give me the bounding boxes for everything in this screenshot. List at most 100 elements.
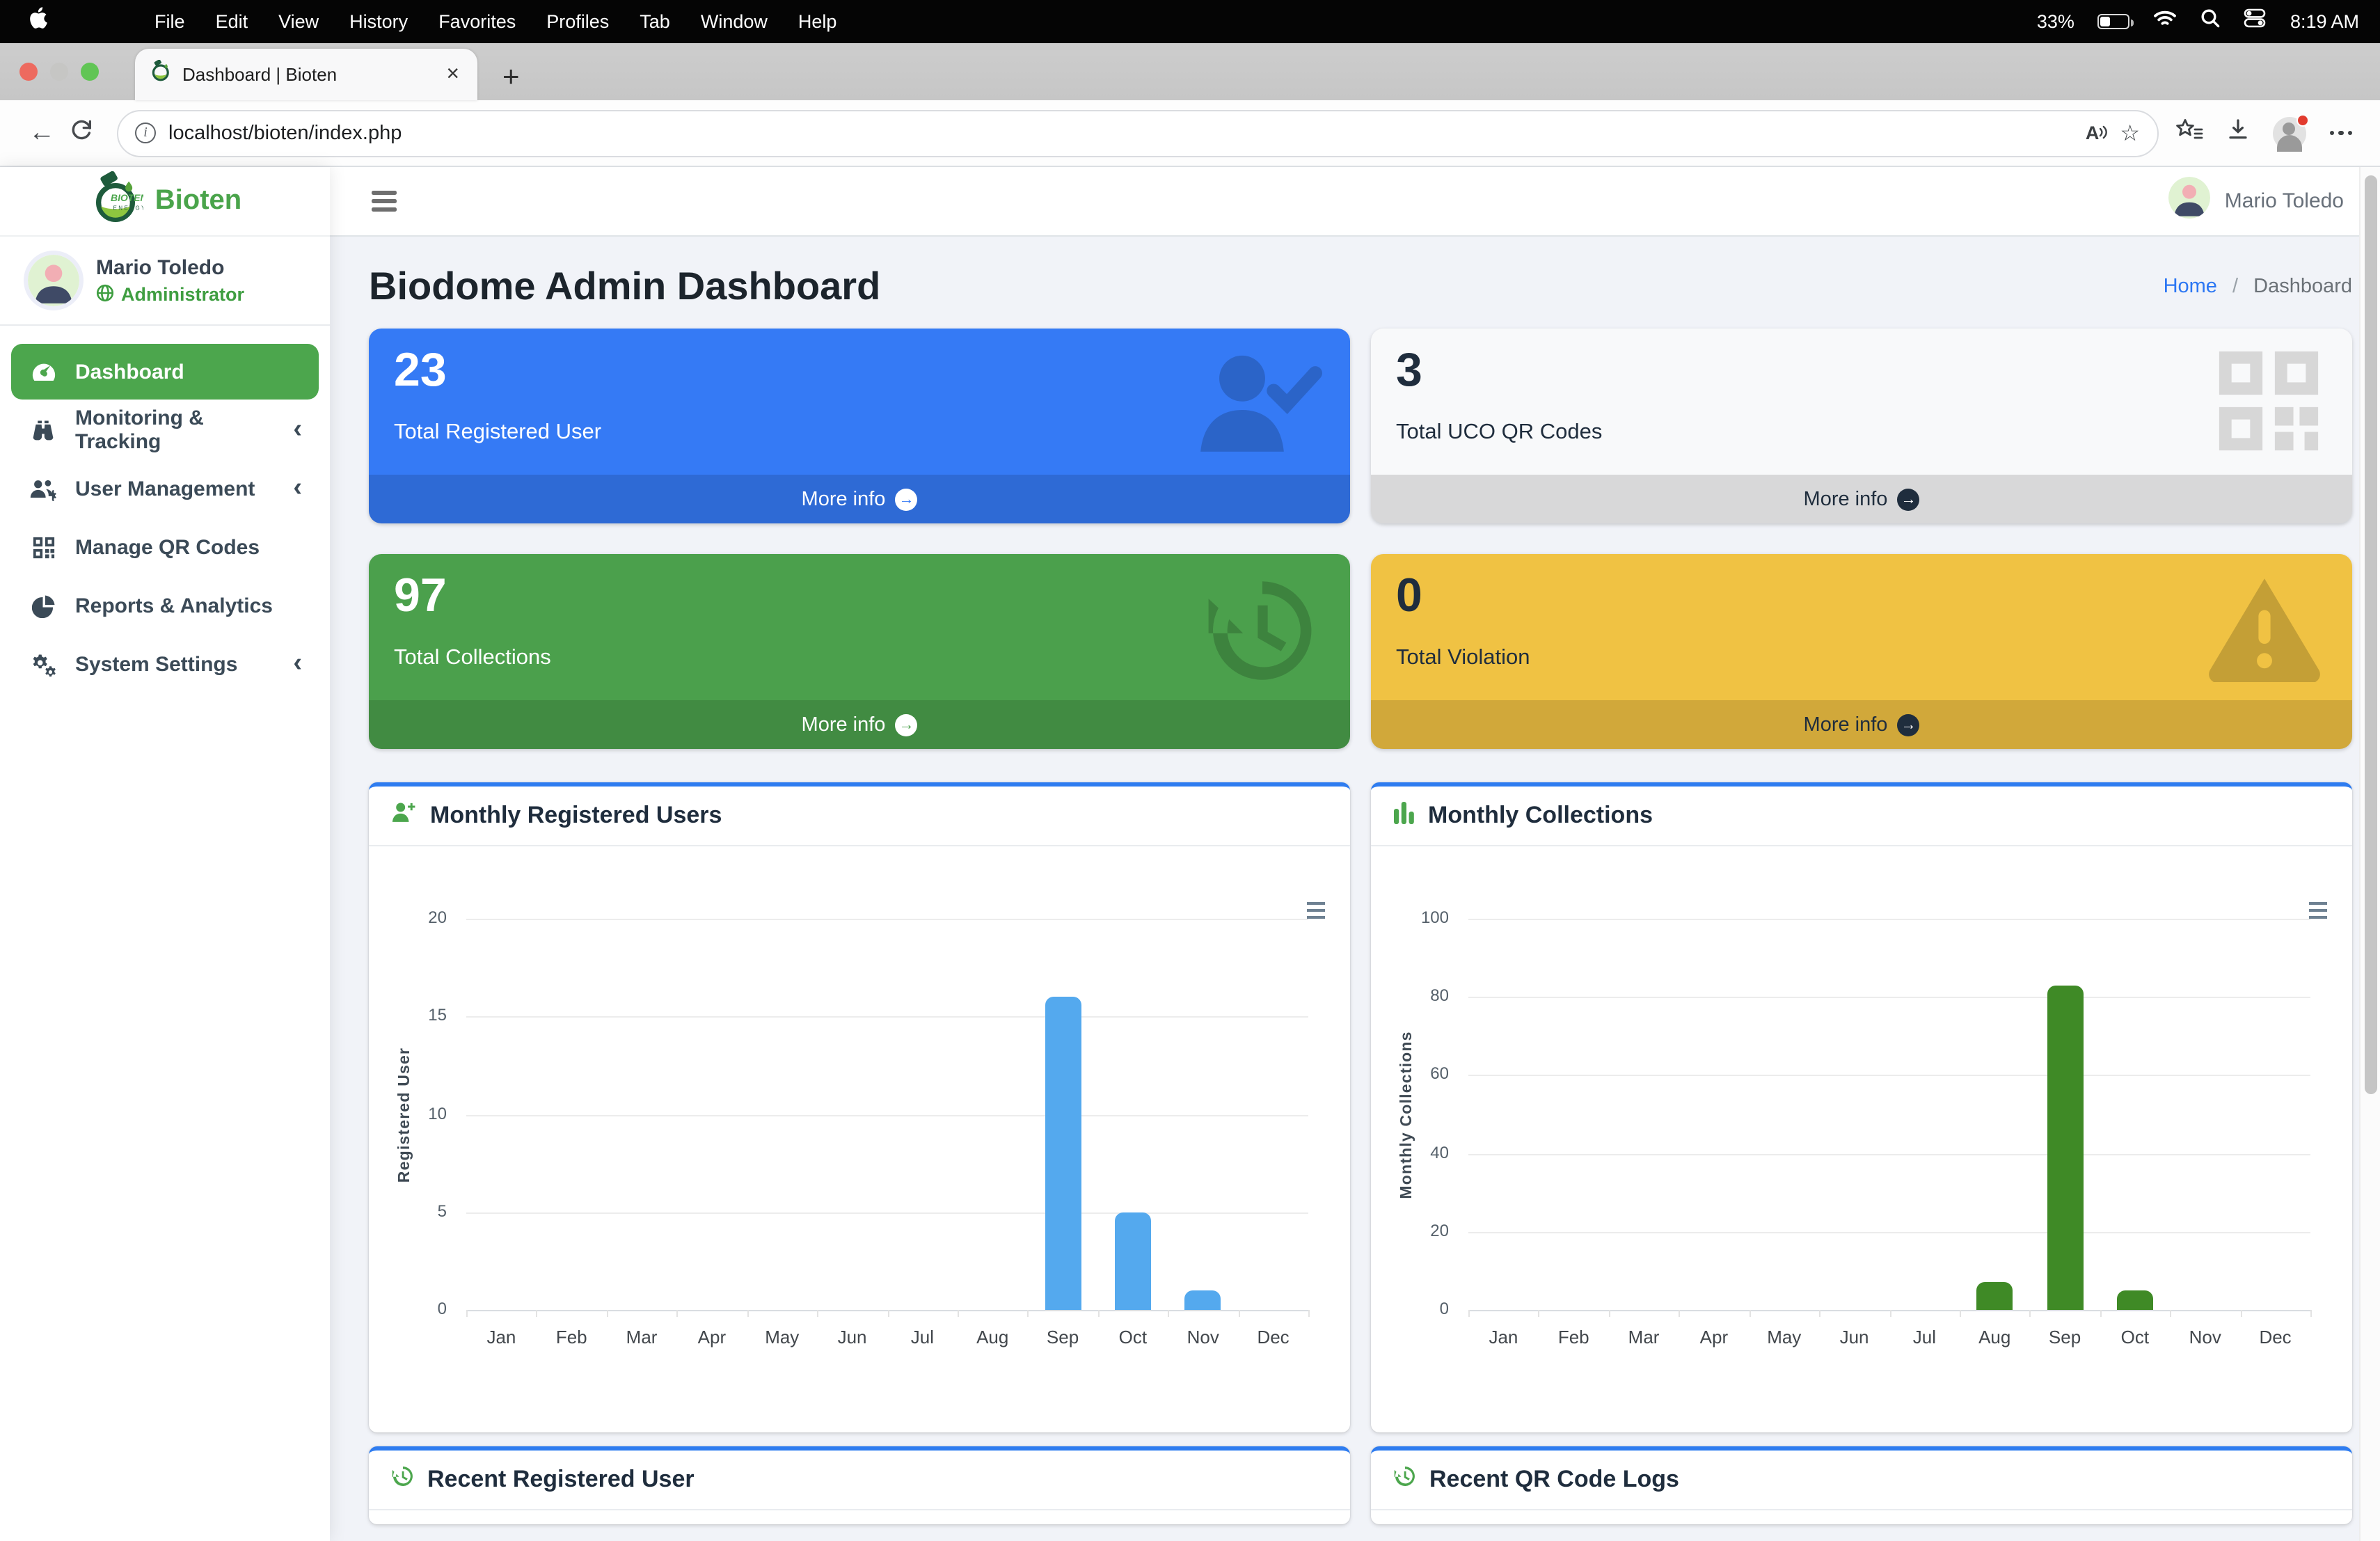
- x-tick-label: Jan: [1470, 1327, 1537, 1348]
- x-tick-label: May: [1751, 1327, 1818, 1348]
- menubar-item-favorites[interactable]: Favorites: [438, 11, 516, 32]
- new-tab-button[interactable]: +: [502, 63, 520, 92]
- stat-card-total-collections: 97 Total Collections More info →: [369, 554, 1350, 749]
- x-tick: [607, 1310, 608, 1317]
- stat-label: Total UCO QR Codes: [1396, 420, 1602, 445]
- downloads-icon[interactable]: [2226, 118, 2248, 148]
- user-plus-icon: [391, 800, 418, 831]
- qrcode-icon: [2213, 345, 2324, 464]
- x-tick: [958, 1310, 959, 1317]
- breadcrumb-home-link[interactable]: Home: [2164, 276, 2217, 298]
- window-zoom-button[interactable]: [81, 63, 99, 81]
- read-aloud-icon[interactable]: A: [2086, 123, 2108, 143]
- x-tick: [1238, 1310, 1239, 1317]
- y-tick-label: 0: [369, 1299, 447, 1318]
- url-text[interactable]: localhost/bioten/index.php: [168, 122, 2073, 144]
- clock[interactable]: 8:19 AM: [2290, 11, 2359, 32]
- grid-line: [1468, 1075, 2310, 1077]
- menubar-item-file[interactable]: File: [154, 11, 185, 32]
- top-navbar: Mario Toledo: [330, 167, 2380, 237]
- chart-card-title: Monthly Registered Users: [430, 802, 722, 830]
- x-tick-label: Jun: [819, 1327, 886, 1348]
- apple-icon[interactable]: [29, 7, 47, 36]
- stat-value: 23: [394, 342, 1325, 400]
- window-minimize-button[interactable]: [50, 63, 68, 81]
- more-info-label: More info: [802, 488, 886, 510]
- chevron-left-icon: ‹: [293, 649, 302, 676]
- bar-Nov: [1185, 1290, 1221, 1310]
- more-info-label: More info: [1804, 488, 1888, 510]
- menubar-item-profiles[interactable]: Profiles: [546, 11, 609, 32]
- more-info-link[interactable]: More info →: [369, 700, 1350, 749]
- settings-more-icon[interactable]: [2329, 131, 2352, 136]
- x-tick-label: Feb: [1540, 1327, 1607, 1348]
- more-info-link[interactable]: More info →: [1371, 700, 2352, 749]
- chart-menu-icon[interactable]: [2309, 902, 2327, 919]
- sidebar-item-monitoring-tracking[interactable]: Monitoring & Tracking ‹: [11, 402, 319, 458]
- menubar-item-view[interactable]: View: [278, 11, 319, 32]
- menubar-item-edit[interactable]: Edit: [216, 11, 248, 32]
- arrow-circle-right-icon: →: [895, 713, 917, 736]
- x-tick: [2240, 1310, 2242, 1317]
- bar-Sep: [1045, 997, 1081, 1310]
- sidebar-item-manage-qr-codes[interactable]: Manage QR Codes: [11, 519, 319, 575]
- bar-Sep: [2047, 986, 2083, 1310]
- sidebar-item-reports-analytics[interactable]: Reports & Analytics: [11, 578, 319, 633]
- x-tick: [1308, 1310, 1310, 1317]
- back-icon[interactable]: ←: [22, 118, 61, 148]
- x-tick-label: Aug: [1961, 1327, 2028, 1348]
- user-avatar: [28, 255, 79, 306]
- brand[interactable]: BIOTENENERGY Bioten: [0, 167, 330, 237]
- site-info-icon[interactable]: i: [135, 123, 156, 143]
- menubar-item-help[interactable]: Help: [798, 11, 837, 32]
- bar-Aug: [1976, 1283, 2013, 1310]
- x-tick: [2170, 1310, 2171, 1317]
- spotlight-search-icon[interactable]: [2201, 8, 2221, 35]
- sidebar-user-panel[interactable]: Mario Toledo Administrator: [0, 237, 330, 326]
- tab-title: Dashboard | Bioten: [182, 64, 442, 85]
- wifi-icon[interactable]: [2154, 9, 2177, 34]
- history-icon: [1393, 1464, 1417, 1495]
- user-role: Administrator: [121, 284, 244, 305]
- page-title: Biodome Admin Dashboard: [369, 264, 880, 309]
- window-close-button[interactable]: [19, 63, 38, 81]
- grid-line: [1468, 1232, 2310, 1233]
- grid-line: [466, 919, 1308, 920]
- x-tick-label: Feb: [538, 1327, 605, 1348]
- browser-tab[interactable]: Dashboard | Bioten ×: [135, 49, 477, 100]
- monthly-collections-card: Monthly Collections 100806040200JanFebMa…: [1371, 782, 2352, 1432]
- refresh-icon[interactable]: [61, 118, 100, 148]
- grid-line: [466, 1114, 1308, 1116]
- more-info-link[interactable]: More info →: [369, 475, 1350, 523]
- chart-menu-icon[interactable]: [1307, 902, 1325, 919]
- sidebar-item-dashboard[interactable]: Dashboard: [11, 344, 319, 400]
- svg-text:BIOTEN: BIOTEN: [111, 192, 144, 203]
- page-scrollbar: [2359, 167, 2380, 1541]
- users-gear-icon: [25, 477, 61, 500]
- menubar-item-window[interactable]: Window: [701, 11, 768, 32]
- chevron-left-icon: ‹: [293, 416, 302, 442]
- sidebar-item-label: Manage QR Codes: [75, 535, 302, 559]
- x-tick: [887, 1310, 889, 1317]
- sidebar-item-system-settings[interactable]: System Settings ‹: [11, 636, 319, 692]
- more-info-link[interactable]: More info →: [1371, 475, 2352, 523]
- sidebar-item-user-management[interactable]: User Management ‹: [11, 461, 319, 516]
- x-tick-label: Dec: [1240, 1327, 1307, 1348]
- favorites-bar-icon[interactable]: [2175, 118, 2203, 148]
- x-tick-label: Apr: [679, 1327, 745, 1348]
- browser-profile-avatar[interactable]: [2272, 116, 2306, 150]
- menubar-item-history[interactable]: History: [349, 11, 408, 32]
- tab-close-icon[interactable]: ×: [442, 62, 463, 87]
- control-center-icon[interactable]: [2244, 8, 2267, 35]
- menubar-item-tab[interactable]: Tab: [640, 11, 670, 32]
- navbar-user[interactable]: Mario Toledo: [2169, 177, 2344, 226]
- sidebar-toggle-icon[interactable]: [372, 191, 397, 211]
- favorite-star-icon[interactable]: ☆: [2120, 119, 2140, 147]
- x-tick-label: Jun: [1821, 1327, 1888, 1348]
- stat-card-total-violation: 0 Total Violation More info →: [1371, 554, 2352, 749]
- x-tick: [1960, 1310, 1961, 1317]
- scrollbar-thumb[interactable]: [2364, 175, 2377, 1094]
- battery-icon[interactable]: [2098, 14, 2130, 29]
- address-bar[interactable]: i localhost/bioten/index.php A ☆: [117, 109, 2158, 157]
- stat-card-registered-users: 23 Total Registered User More info →: [369, 329, 1350, 523]
